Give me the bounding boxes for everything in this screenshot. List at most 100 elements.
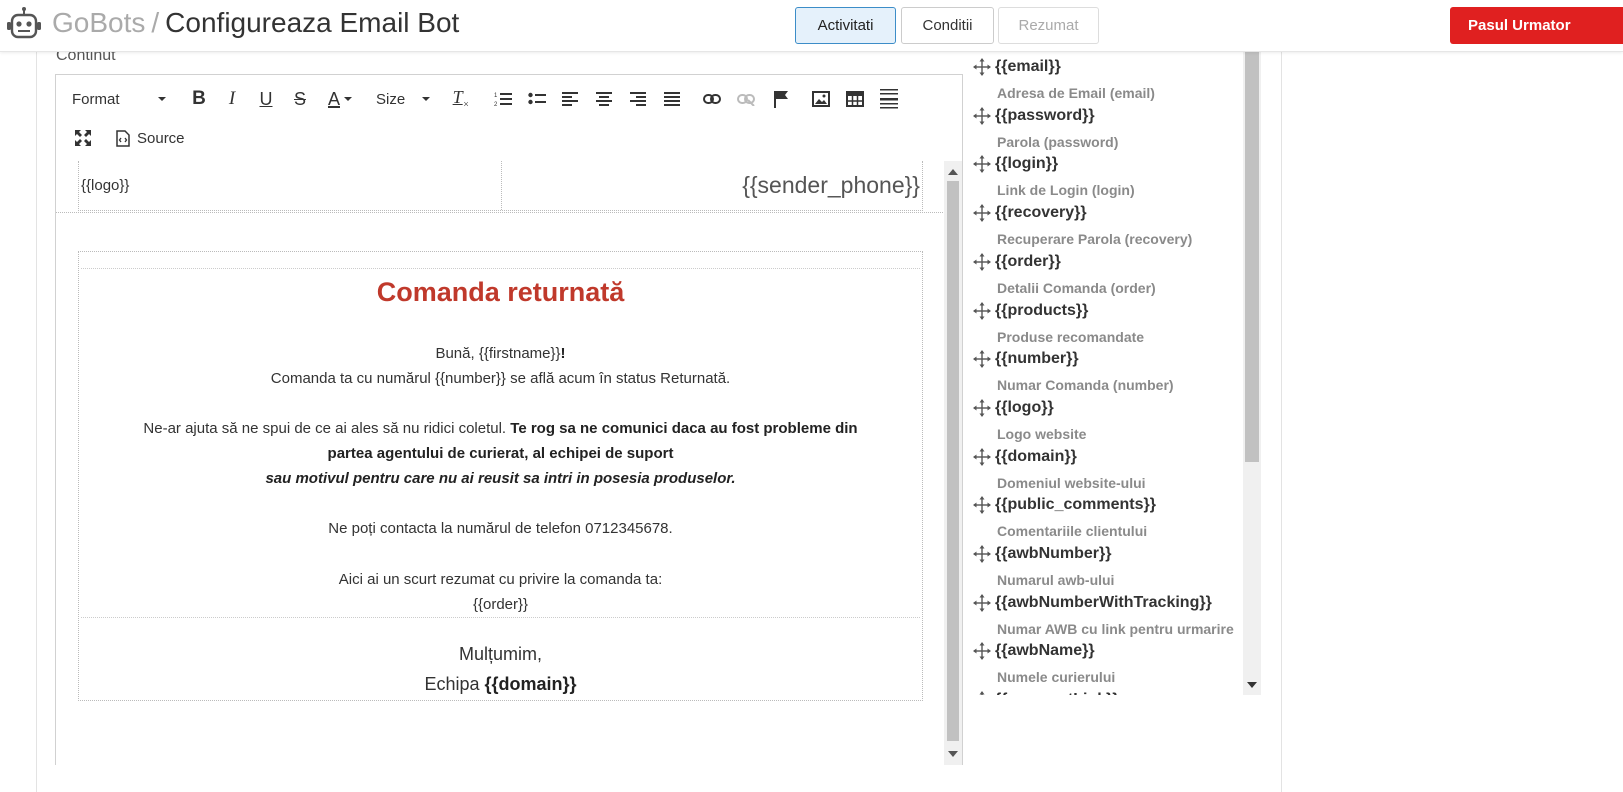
rich-text-editor: Format B I U S A Size T× 12 Source {{log… [55, 74, 963, 765]
unlink-button[interactable] [735, 87, 757, 111]
scroll-up-icon[interactable] [948, 169, 958, 175]
placeholder-item[interactable]: {{awbNumber}} Numarul awb-ului [964, 545, 1244, 596]
panel-border-left [36, 52, 37, 792]
move-icon[interactable] [973, 204, 991, 223]
placeholder-item[interactable]: {{password}} Parola (password) [964, 106, 1244, 158]
placeholder-description: Produse recomandate [997, 328, 1145, 345]
size-dropdown[interactable]: Size [376, 87, 436, 111]
placeholder-code: {{paymentLink}} [995, 691, 1119, 695]
placeholder-item[interactable]: {{email}} Adresa de Email (email) [964, 58, 1244, 109]
align-right-icon [630, 92, 646, 106]
placeholder-item[interactable]: {{domain}} Domeniul website-ului [964, 447, 1244, 499]
image-icon [812, 91, 830, 107]
placeholder-item[interactable]: {{logo}} Logo website [964, 398, 1244, 450]
editor-content[interactable]: {{logo}} {{sender_phone}} Comanda return… [56, 161, 945, 765]
scroll-down-icon[interactable] [948, 751, 958, 757]
source-code-icon [116, 129, 130, 147]
maximize-button[interactable] [72, 126, 94, 150]
italic-button[interactable]: I [221, 87, 243, 111]
strikethrough-button[interactable]: S [289, 87, 311, 111]
placeholder-description: Logo website [997, 425, 1087, 442]
align-center-button[interactable] [593, 87, 615, 111]
top-bar: GoBots / Configureaza Email Bot Activitati… [0, 0, 1623, 52]
tab-rezumat[interactable]: Rezumat [998, 7, 1099, 44]
placeholder-scrollbar[interactable] [1243, 52, 1261, 695]
tab-activitati[interactable]: Activitati [795, 7, 896, 44]
move-icon[interactable] [973, 155, 991, 174]
format-dropdown[interactable]: Format [72, 87, 172, 111]
horizontal-line-button[interactable] [878, 87, 900, 111]
request-line: Ne-ar ajuta să ne spui de ce ai ales să … [143, 420, 858, 437]
request-line-3: sau motivul pentru care nu ai reusit sa … [265, 470, 736, 487]
placeholder-item[interactable]: {{recovery}} Recuperare Parola (recovery) [964, 204, 1244, 255]
summary-line: Aici ai un scurt rezumat cu privire la c… [338, 571, 663, 588]
bold-button[interactable]: B [188, 87, 210, 111]
bullet-list-button[interactable] [526, 87, 548, 111]
placeholder-code: {{number}} [995, 350, 1079, 368]
table-button[interactable] [844, 87, 866, 111]
editor-scrollbar[interactable] [944, 161, 962, 765]
placeholder-item[interactable]: {{paymentLink}} [964, 691, 1244, 695]
tab-conditii[interactable]: Conditii [901, 7, 994, 44]
placeholder-code: {{awbName}} [995, 642, 1095, 660]
placeholder-item[interactable]: {{login}} Link de Login (login) [964, 155, 1244, 206]
order-placeholder: {{order}} [472, 596, 529, 613]
move-icon[interactable] [973, 301, 991, 320]
placeholder-list: {{email}} Adresa de Email (email) {{passwo… [964, 52, 1244, 695]
horizontal-rule-icon [880, 89, 898, 109]
align-right-button[interactable] [627, 87, 649, 111]
placeholder-code: {{domain}} [995, 447, 1077, 465]
numbered-list-icon: 12 [494, 93, 512, 107]
move-icon[interactable] [973, 106, 991, 125]
placeholder-description: Link de Login (login) [997, 182, 1135, 199]
placeholder-description: Comentariile clientului [997, 523, 1148, 540]
source-button[interactable]: Source [116, 126, 188, 150]
page-title: GoBots / Configureaza Email Bot [52, 7, 460, 38]
move-icon[interactable] [973, 447, 991, 466]
greeting-line: Bună, {{firstname}}! [435, 345, 566, 362]
underline-button[interactable]: U [255, 87, 277, 111]
sender-phone-placeholder: {{sender_phone}} [742, 172, 920, 198]
strikethrough-icon: S [293, 88, 306, 109]
table-icon [846, 91, 864, 107]
placeholder-code: {{login}} [995, 155, 1059, 173]
placeholder-scroll-thumb[interactable] [1245, 52, 1259, 462]
placeholder-code: {{awbNumberWithTracking}} [995, 593, 1212, 611]
link-button[interactable] [701, 87, 723, 111]
placeholder-item[interactable]: {{products}} Produse recomandate [964, 301, 1244, 353]
contact-line: Ne poți contacta la numărul de telefon 0… [328, 520, 673, 537]
placeholder-code: {{public_comments}} [995, 496, 1156, 514]
scroll-down-icon[interactable] [1247, 682, 1257, 688]
justify-button[interactable] [661, 87, 683, 111]
move-icon[interactable] [973, 398, 991, 417]
move-icon[interactable] [973, 545, 991, 563]
placeholder-description: Numar Comanda (number) [997, 377, 1174, 394]
move-icon[interactable] [973, 252, 991, 271]
move-icon[interactable] [973, 691, 991, 695]
move-icon[interactable] [973, 593, 991, 612]
next-step-button[interactable]: Pasul Urmator [1450, 7, 1623, 44]
move-icon[interactable] [973, 642, 991, 661]
remove-format-button[interactable]: T× [450, 87, 472, 111]
placeholder-item[interactable]: {{order}} Detalii Comanda (order) [964, 252, 1244, 304]
text-color-button[interactable]: A [324, 87, 356, 111]
placeholder-item[interactable]: {{awbNumberWithTracking}} Numar AWB cu li… [964, 593, 1244, 645]
placeholder-item[interactable]: {{public_comments}} Comentariile clientul… [964, 496, 1244, 547]
svg-text:2: 2 [494, 102, 498, 107]
panel-border-right [1281, 52, 1282, 792]
placeholder-code: {{order}} [995, 252, 1061, 270]
move-icon[interactable] [973, 58, 991, 76]
align-left-button[interactable] [559, 87, 581, 111]
svg-text:1: 1 [494, 93, 498, 99]
anchor-button[interactable] [770, 87, 792, 111]
editor-scroll-thumb[interactable] [947, 181, 959, 741]
placeholder-item[interactable]: {{number}} Numar Comanda (number) [964, 350, 1244, 401]
brand-link[interactable]: GoBots [52, 7, 145, 38]
image-button[interactable] [810, 87, 832, 111]
placeholder-code: {{email}} [995, 58, 1061, 75]
move-icon[interactable] [973, 496, 991, 515]
move-icon[interactable] [973, 350, 991, 369]
maximize-icon [75, 130, 91, 146]
numbered-list-button[interactable]: 12 [492, 87, 514, 111]
placeholder-item[interactable]: {{awbName}} Numele curierului [964, 642, 1244, 693]
